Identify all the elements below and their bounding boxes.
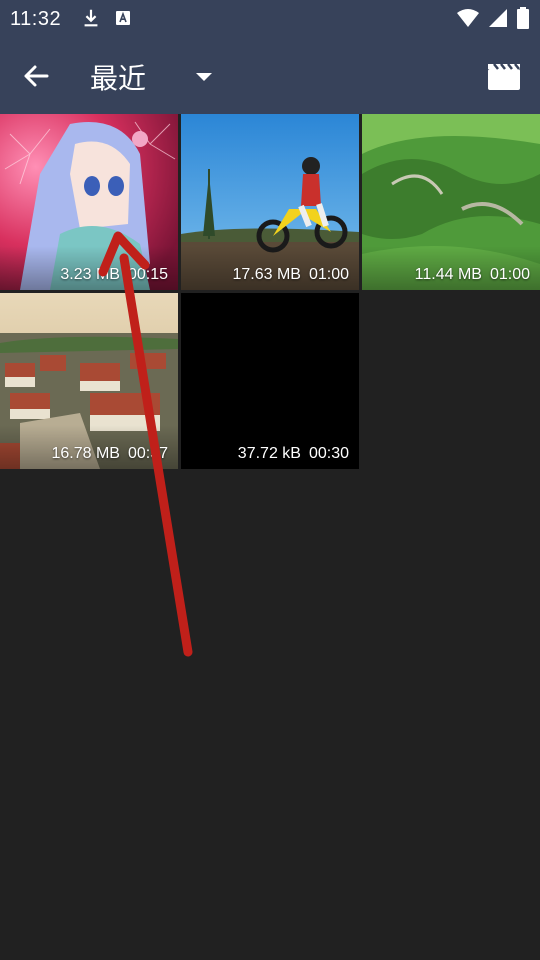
video-meta: 3.23 MB 00:15 <box>60 266 168 284</box>
video-thumbnail-4[interactable]: 16.78 MB 00:37 <box>0 293 178 469</box>
duration: 00:30 <box>308 445 349 462</box>
file-size: 11.44 MB <box>414 266 482 283</box>
status-indicators <box>456 6 530 30</box>
video-meta: 17.63 MB 01:00 <box>232 266 349 284</box>
app-bar: 最近 <box>0 36 540 114</box>
signal-icon <box>489 9 507 27</box>
keyboard-a-icon <box>116 11 130 25</box>
video-thumbnail-1[interactable]: 3.23 MB 00:15 <box>0 114 178 290</box>
video-thumbnail-5[interactable]: 37.72 kB 00:30 <box>181 293 359 469</box>
duration: 00:15 <box>127 266 168 283</box>
album-title[interactable]: 最近 <box>90 57 146 97</box>
video-meta: 37.72 kB 00:30 <box>238 445 349 463</box>
duration: 01:00 <box>489 266 530 283</box>
status-bar: 11:32 <box>0 0 540 36</box>
status-time: 11:32 <box>10 8 62 30</box>
video-meta: 11.44 MB 01:00 <box>415 266 530 284</box>
video-clapper-icon[interactable] <box>486 60 522 92</box>
file-size: 16.78 MB <box>51 445 120 462</box>
file-size: 37.72 kB <box>237 445 301 462</box>
duration: 01:00 <box>308 266 349 283</box>
file-size: 17.63 MB <box>232 266 301 283</box>
video-thumbnail-3[interactable]: 11.44 MB 01:00 <box>362 114 540 290</box>
battery-icon <box>517 7 529 29</box>
wifi-icon <box>457 9 479 27</box>
dropdown-arrow-icon[interactable] <box>190 65 218 87</box>
download-icon <box>84 9 98 27</box>
video-meta: 16.78 MB 00:37 <box>51 445 168 463</box>
file-size: 3.23 MB <box>60 266 120 283</box>
video-thumbnail-2[interactable]: 17.63 MB 01:00 <box>181 114 359 290</box>
back-arrow-icon[interactable] <box>20 60 52 92</box>
duration: 00:37 <box>127 445 168 462</box>
